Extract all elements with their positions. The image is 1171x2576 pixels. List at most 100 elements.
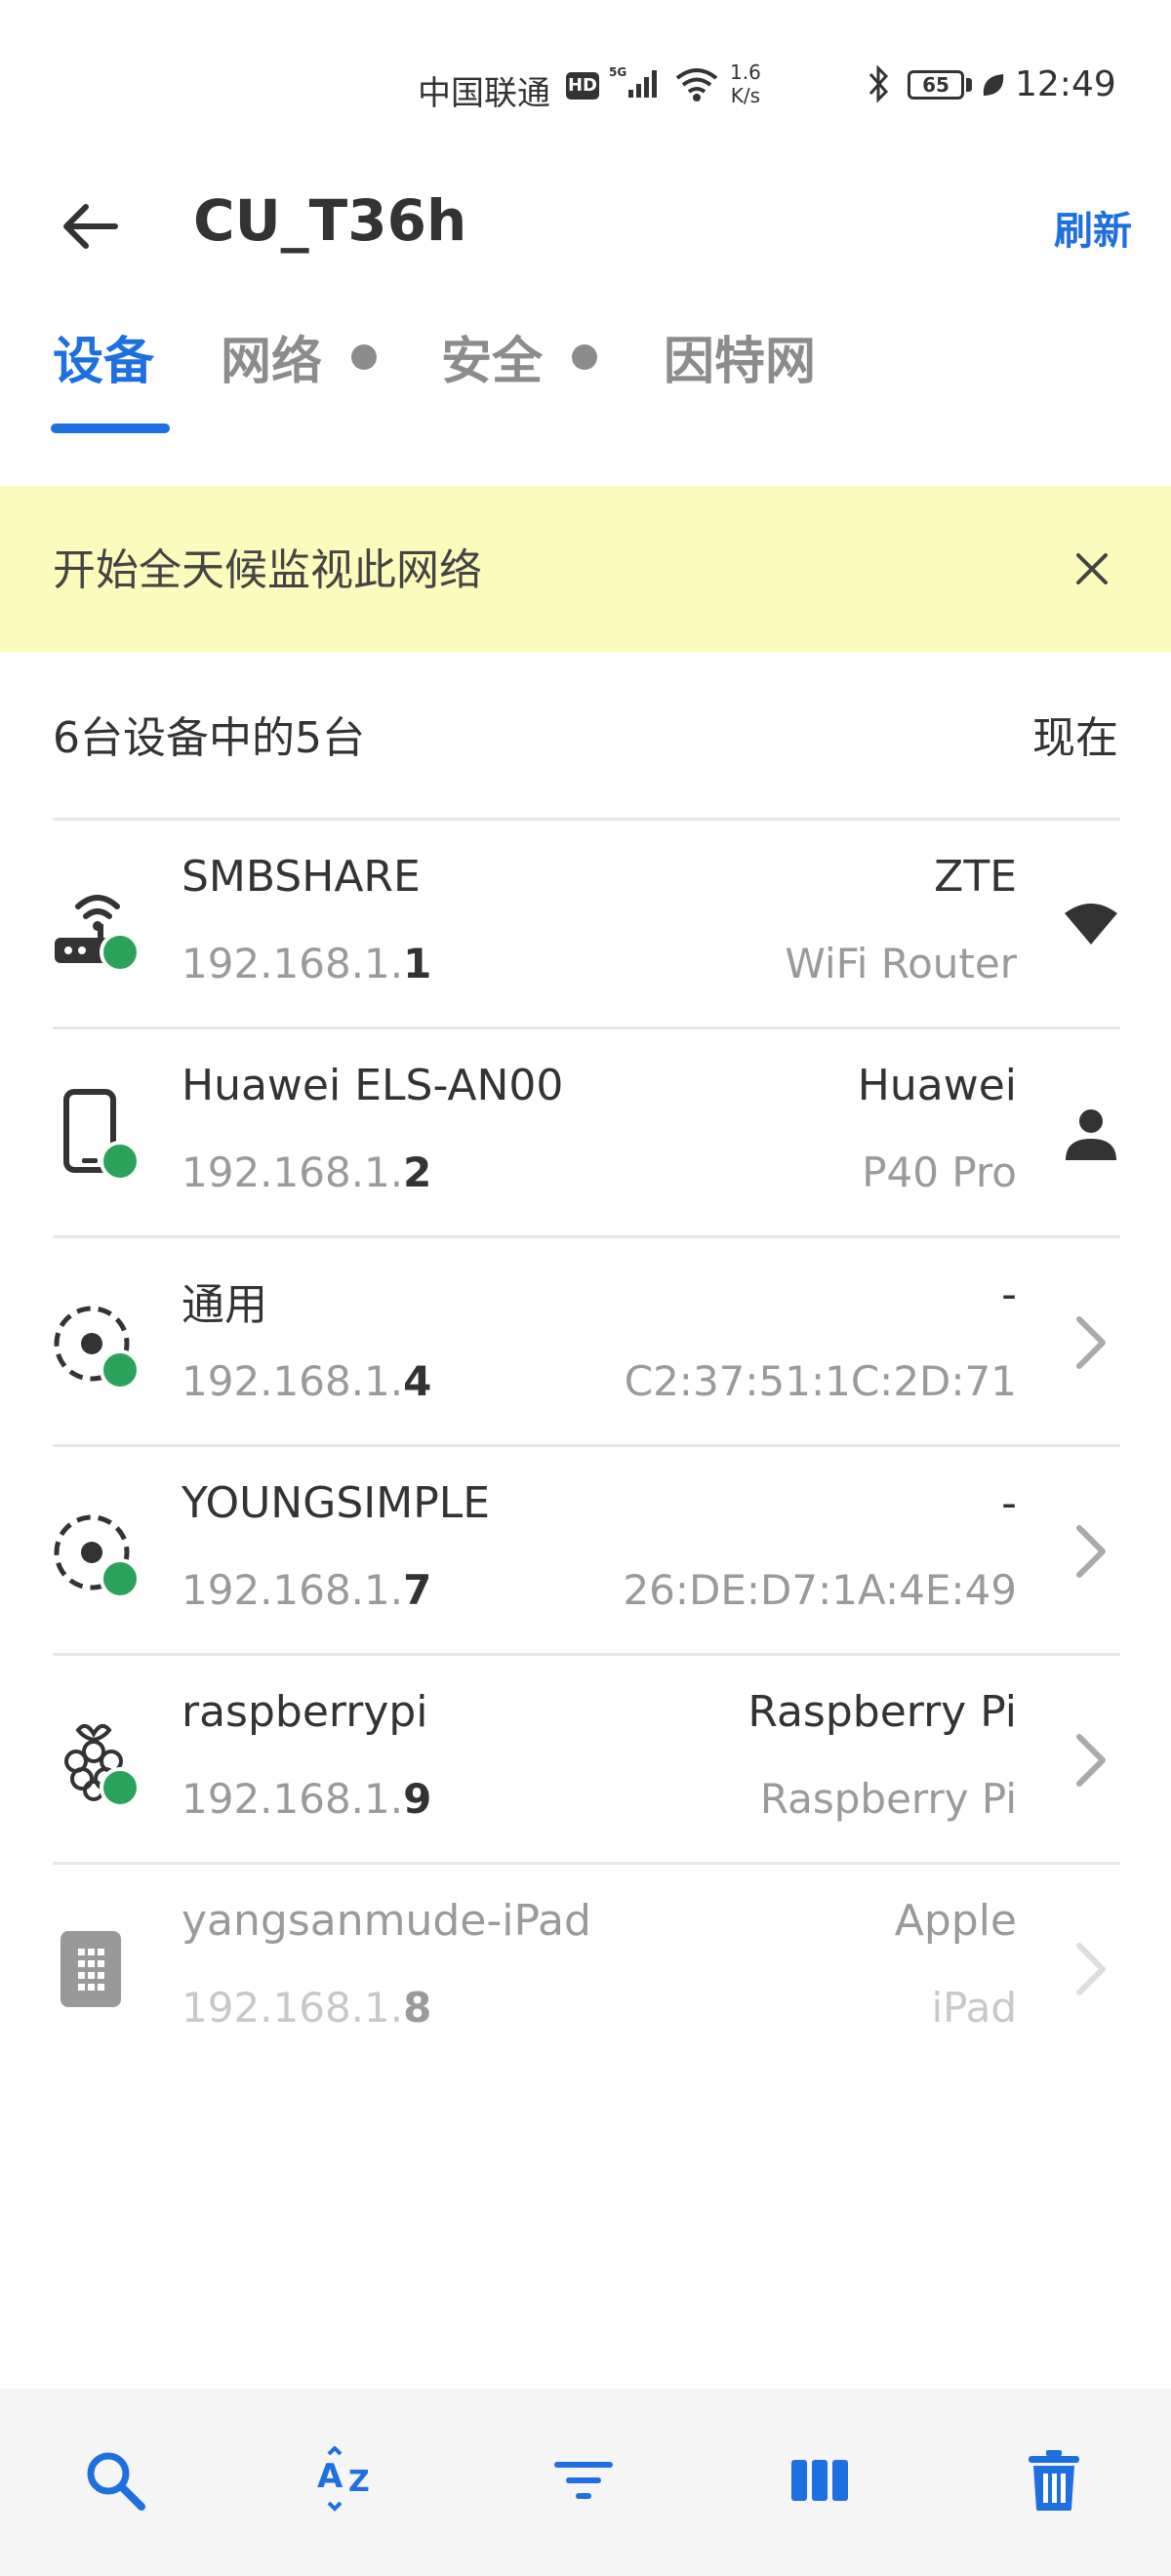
device-name: Huawei ELS-AN00	[182, 1061, 564, 1110]
tab-security[interactable]: 安全	[441, 320, 598, 393]
device-row[interactable]: yangsanmude-iPad 192.168.1.8 Apple iPad	[53, 1862, 1120, 2071]
page-title: CU_T36h	[193, 187, 467, 254]
device-ip: 192.168.1.4	[182, 1357, 431, 1405]
ip-last-octet: 7	[403, 1566, 432, 1614]
monitor-banner[interactable]: 开始全天候监视此网络	[0, 486, 1171, 652]
device-vendor: Raspberry Pi	[747, 1687, 1017, 1737]
ip-prefix: 192.168.1.	[182, 1357, 404, 1405]
bottom-toolbar: A Z	[0, 2389, 1171, 2576]
columns-button[interactable]	[781, 2441, 859, 2519]
tab-network-label: 网络	[221, 333, 323, 391]
device-model: P40 Pro	[862, 1148, 1017, 1196]
device-model: C2:37:51:1C:2D:71	[624, 1357, 1017, 1405]
svg-text:A: A	[317, 2457, 343, 2496]
ip-last-octet: 2	[403, 1148, 432, 1196]
carrier-label: 中国联通	[418, 74, 550, 113]
svg-text:Z: Z	[348, 2465, 370, 2499]
chevron-right-icon[interactable]	[1062, 1517, 1120, 1586]
sort-az-icon: A Z	[317, 2446, 370, 2512]
cell-signal-icon: 5G	[609, 64, 669, 107]
tab-security-indicator	[572, 343, 598, 370]
device-row[interactable]: YOUNGSIMPLE 192.168.1.7 - 26:DE:D7:1A:4E…	[53, 1444, 1120, 1653]
device-row[interactable]: SMBSHARE 192.168.1.1 ZTE WiFi Router	[53, 818, 1120, 1026]
chevron-right-icon[interactable]	[1062, 1726, 1120, 1794]
filter-button[interactable]	[545, 2441, 623, 2519]
tab-internet-label: 因特网	[664, 333, 817, 391]
online-status-dot	[100, 1558, 141, 1599]
tab-security-label: 安全	[441, 333, 544, 391]
ip-last-octet: 1	[403, 940, 432, 987]
device-row[interactable]: Huawei ELS-AN00 192.168.1.2 Huawei P40 P…	[53, 1026, 1120, 1235]
online-status-dot	[100, 1141, 141, 1182]
speed-unit: K/s	[730, 84, 761, 107]
banner-text: 开始全天候监视此网络	[53, 545, 482, 595]
clock: 12:49	[1015, 64, 1116, 104]
ip-last-octet: 4	[403, 1357, 432, 1405]
device-ip: 192.168.1.8	[182, 1984, 431, 2032]
banner-close-button[interactable]	[1068, 544, 1116, 593]
battery-tip	[966, 78, 972, 92]
device-model: Raspberry Pi	[759, 1775, 1017, 1823]
device-list: SMBSHARE 192.168.1.1 ZTE WiFi Router Hua…	[53, 818, 1120, 2071]
tab-bar: 设备 网络 安全 因特网	[0, 312, 1171, 439]
battery-icon: 65	[908, 70, 964, 100]
device-row[interactable]: 通用 192.168.1.4 - C2:37:51:1C:2D:71	[53, 1235, 1120, 1444]
chevron-right-icon[interactable]	[1062, 1935, 1120, 2003]
ip-prefix: 192.168.1.	[182, 1566, 404, 1614]
back-button[interactable]	[55, 195, 125, 258]
ip-last-octet: 9	[403, 1775, 432, 1823]
device-name: YOUNGSIMPLE	[182, 1478, 491, 1528]
device-vendor: -	[1001, 1478, 1017, 1528]
speed-value: 1.6	[730, 60, 761, 84]
trash-icon	[1029, 2450, 1079, 2511]
tab-devices[interactable]: 设备	[53, 320, 154, 393]
tab-network[interactable]: 网络	[221, 320, 378, 393]
device-count: 6台设备中的5台	[53, 713, 365, 763]
ip-last-octet: 8	[403, 1984, 432, 2032]
device-vendor: ZTE	[934, 852, 1017, 902]
scan-time: 现在	[1032, 713, 1118, 763]
active-tab-indicator	[51, 423, 170, 433]
wifi-status-icon	[673, 66, 720, 107]
svg-text:5G: 5G	[609, 65, 626, 79]
tablet-icon	[53, 1921, 146, 2015]
tab-devices-label: 设备	[53, 333, 155, 391]
hd-badge: HD	[566, 72, 599, 100]
refresh-button[interactable]: 刷新	[1054, 199, 1132, 256]
device-vendor: Apple	[894, 1896, 1017, 1946]
ip-prefix: 192.168.1.	[182, 940, 404, 987]
device-model: WiFi Router	[785, 940, 1017, 987]
ip-prefix: 192.168.1.	[182, 1148, 404, 1196]
status-bar: 中国联通 HD 5G 1.6 K/s 65 12:49	[0, 0, 1171, 176]
online-status-dot	[100, 1767, 141, 1808]
search-button[interactable]	[76, 2441, 154, 2519]
tab-network-indicator	[351, 343, 378, 370]
person-icon	[1062, 1100, 1120, 1168]
online-status-dot	[100, 1349, 141, 1390]
device-row[interactable]: raspberrypi 192.168.1.9 Raspberry Pi Ras…	[53, 1653, 1120, 1862]
columns-icon	[791, 2460, 848, 2501]
delete-button[interactable]	[1015, 2441, 1093, 2519]
ip-prefix: 192.168.1.	[182, 1775, 404, 1823]
close-icon	[1076, 553, 1108, 584]
sort-button[interactable]: A Z	[310, 2441, 388, 2519]
filter-icon	[554, 2462, 613, 2499]
device-vendor: Huawei	[857, 1061, 1017, 1110]
wifi-signal-icon	[1062, 891, 1120, 959]
search-icon	[87, 2452, 145, 2511]
network-speed: 1.6 K/s	[730, 60, 761, 107]
device-ip: 192.168.1.2	[182, 1148, 431, 1196]
device-ip: 192.168.1.1	[182, 940, 431, 987]
power-saving-leaf-icon	[980, 70, 1007, 103]
online-status-dot	[100, 932, 141, 973]
tab-internet[interactable]: 因特网	[664, 320, 816, 393]
device-model: iPad	[931, 1984, 1017, 2032]
device-name: SMBSHARE	[182, 852, 421, 902]
device-name: raspberrypi	[182, 1687, 428, 1737]
chevron-right-icon[interactable]	[1062, 1308, 1120, 1377]
device-model: 26:DE:D7:1A:4E:49	[623, 1566, 1017, 1614]
device-name: yangsanmude-iPad	[182, 1896, 591, 1946]
arrow-left-icon	[63, 204, 118, 249]
device-vendor: -	[1001, 1269, 1017, 1319]
bluetooth-icon	[867, 64, 892, 107]
